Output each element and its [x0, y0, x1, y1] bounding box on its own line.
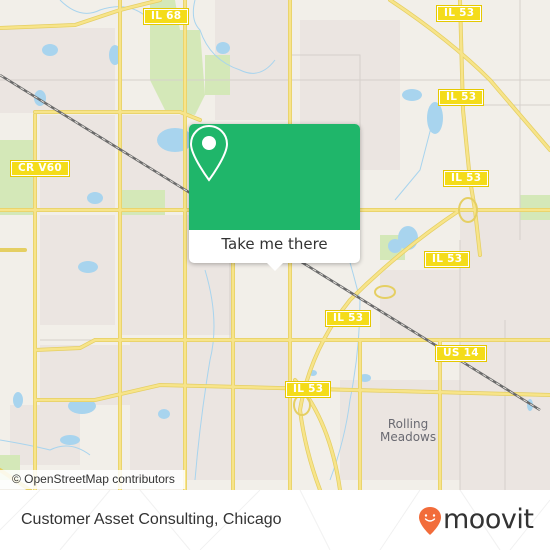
moovit-pin-icon [419, 507, 441, 535]
place-label-rolling-meadows: Rolling Meadows [380, 418, 436, 444]
popup-header [189, 124, 360, 230]
location-pin-icon [189, 124, 229, 182]
popup-pointer [267, 263, 283, 271]
road-shield-il53: IL 53 [442, 170, 490, 187]
map-attribution[interactable]: © OpenStreetMap contributors [0, 470, 185, 489]
map-view[interactable]: IL 68 IL 53 IL 53 IL 53 CR V60 IL 53 IL … [0, 0, 550, 490]
road-shield-il53: IL 53 [435, 5, 483, 22]
take-me-there-popup[interactable]: Take me there [189, 124, 360, 271]
road-shield-il53: IL 53 [324, 310, 372, 327]
footer: Customer Asset Consulting, Chicago moovi… [0, 490, 550, 550]
road-shield-il53: IL 53 [437, 89, 485, 106]
road-shield-il53: IL 53 [423, 251, 471, 268]
location-title: Customer Asset Consulting, Chicago [21, 511, 282, 528]
moovit-wordmark: moovit [443, 504, 534, 535]
place-label-line: Meadows [380, 430, 437, 444]
road-shield-crv60: CR V60 [10, 160, 70, 177]
road-shield-us14: US 14 [435, 345, 487, 362]
road-shield-il68: IL 68 [142, 8, 190, 25]
road-shield-il53: IL 53 [284, 381, 332, 398]
take-me-there-button[interactable]: Take me there [189, 230, 360, 263]
